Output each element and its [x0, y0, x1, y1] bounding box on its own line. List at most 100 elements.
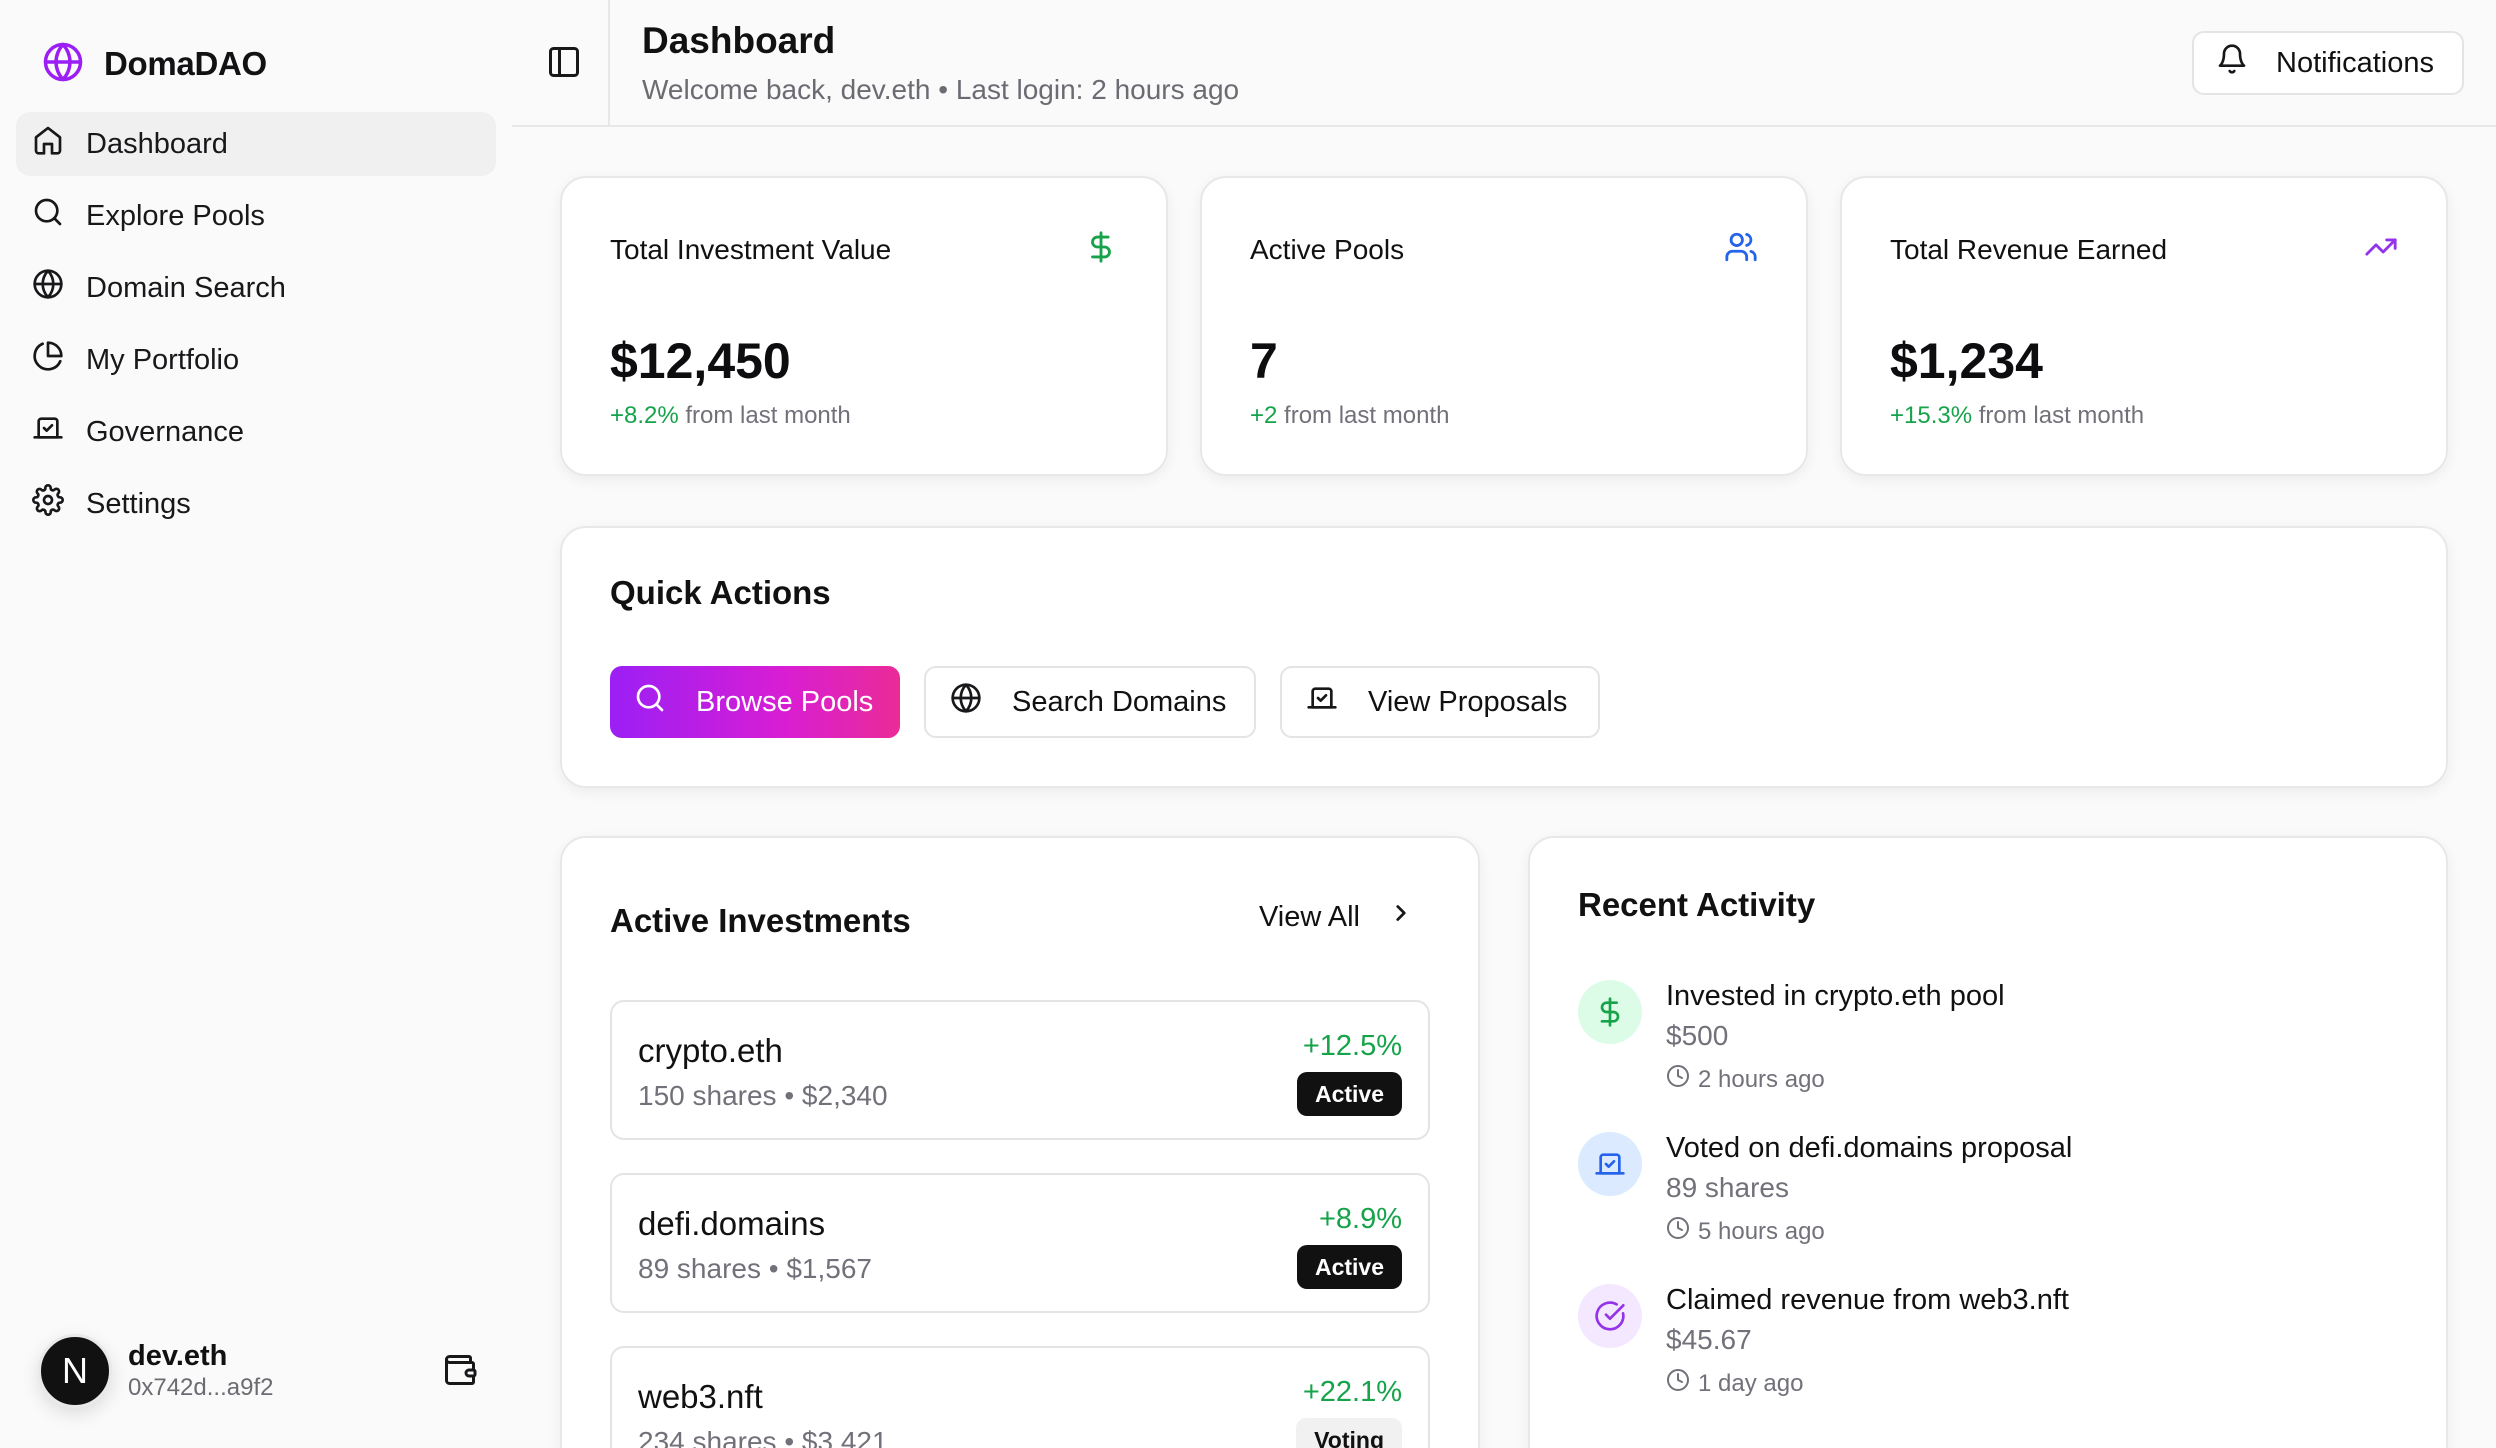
vote-icon	[1306, 682, 1338, 722]
sidebar-item-dashboard[interactable]: Dashboard	[16, 112, 496, 176]
globe-logo-icon	[42, 41, 84, 88]
investment-value: $3,421	[801, 1426, 888, 1448]
sidebar-item-label: Explore Pools	[86, 199, 265, 232]
view-all-label: View All	[1258, 900, 1360, 933]
stat-change-suffix: from last month	[1284, 402, 1450, 429]
stat-card-investment: Total Investment Value $12,450 +8.2% fro…	[560, 176, 1168, 476]
wallet-address: 0x742d...a9f2	[128, 1374, 274, 1401]
investment-value: $2,340	[801, 1080, 888, 1111]
stat-change: +2 from last month	[1250, 402, 1449, 430]
pie-chart-icon	[32, 340, 64, 380]
sidebar-item-domain-search[interactable]: Domain Search	[16, 256, 496, 320]
gear-icon	[32, 484, 64, 524]
browse-pools-button[interactable]: Browse Pools	[610, 666, 900, 738]
home-icon	[32, 124, 64, 164]
view-all-link[interactable]: View All	[1259, 900, 1414, 934]
sidebar: DomaDAO Dashboard Explore Pools Domain S…	[0, 0, 512, 1448]
wallet-button[interactable]	[442, 1352, 478, 1388]
investment-shares: 150 shares	[638, 1080, 777, 1111]
investment-name: defi.domains	[638, 1205, 826, 1242]
clock-icon	[1666, 1368, 1690, 1399]
sidebar-item-label: Dashboard	[86, 127, 228, 160]
stat-value: $12,450	[610, 333, 791, 389]
activity-detail: $45.67	[1666, 1324, 1752, 1355]
stat-title: Total Revenue Earned	[1890, 234, 2168, 265]
activity-time: 5 hours ago	[1666, 1216, 1825, 1247]
stat-value: 7	[1250, 333, 1278, 389]
activity-item: Claimed revenue from web3.nft $45.67 1 d…	[1578, 1284, 2378, 1414]
trending-up-icon	[2364, 230, 2398, 264]
search-icon	[32, 196, 64, 236]
last-login-text: Last login: 2 hours ago	[955, 74, 1240, 105]
sidebar-item-governance[interactable]: Governance	[16, 400, 496, 464]
quick-actions-title: Quick Actions	[610, 574, 831, 611]
investment-value: $1,567	[786, 1253, 872, 1284]
activity-time: 1 day ago	[1666, 1368, 1803, 1399]
search-domains-button[interactable]: Search Domains	[924, 666, 1256, 738]
stat-change-suffix: from last month	[685, 402, 851, 429]
page-title: Dashboard	[642, 20, 836, 61]
investment-item[interactable]: web3.nft 234 shares • $3,421 +22.1% Voti…	[610, 1346, 1430, 1448]
view-proposals-button[interactable]: View Proposals	[1280, 666, 1600, 738]
sidebar-item-settings[interactable]: Settings	[16, 472, 496, 536]
search-icon	[634, 682, 666, 722]
stat-title: Active Pools	[1250, 234, 1405, 265]
investment-meta: 89 shares • $1,567	[638, 1253, 872, 1284]
check-circle-icon	[1578, 1284, 1642, 1348]
wallet-icon	[442, 1355, 478, 1392]
activity-title: Invested in crypto.eth pool	[1666, 980, 2005, 1012]
avatar[interactable]: N	[38, 1334, 112, 1408]
activity-time-text: 2 hours ago	[1698, 1065, 1825, 1093]
status-badge: Active	[1296, 1072, 1402, 1116]
notifications-label: Notifications	[2276, 46, 2434, 79]
main-content: Dashboard Welcome back, dev.eth • Last l…	[512, 0, 2496, 1448]
clock-icon	[1666, 1216, 1690, 1247]
stat-change: +8.2% from last month	[610, 402, 851, 430]
investment-shares: 89 shares	[638, 1253, 761, 1284]
user-name: dev.eth	[128, 1340, 228, 1372]
user-profile[interactable]: N dev.eth 0x742d...a9f2	[38, 1334, 478, 1408]
recent-activity-card: Recent Activity Invested in crypto.eth p…	[1528, 836, 2448, 1448]
notifications-button[interactable]: Notifications	[2192, 31, 2464, 95]
sidebar-toggle-button[interactable]	[546, 44, 582, 80]
investment-change: +12.5%	[1302, 1030, 1402, 1062]
activity-title: Voted on defi.domains proposal	[1666, 1132, 2073, 1164]
vote-icon	[32, 412, 64, 452]
stat-card-revenue: Total Revenue Earned $1,234 +15.3% from …	[1840, 176, 2448, 476]
quick-actions-card: Quick Actions Browse Pools Search Domain…	[560, 526, 2448, 788]
stat-change-suffix: from last month	[1978, 402, 2145, 429]
status-badge: Voting	[1296, 1418, 1402, 1448]
stat-change-value: +2	[1250, 402, 1278, 429]
status-badge: Active	[1296, 1245, 1402, 1289]
bell-icon	[2216, 43, 2248, 83]
investment-item[interactable]: defi.domains 89 shares • $1,567 +8.9% Ac…	[610, 1173, 1430, 1313]
active-investments-title: Active Investments	[610, 902, 911, 939]
sidebar-item-my-portfolio[interactable]: My Portfolio	[16, 328, 496, 392]
investment-item[interactable]: crypto.eth 150 shares • $2,340 +12.5% Ac…	[610, 1000, 1430, 1140]
user-info: dev.eth 0x742d...a9f2	[128, 1339, 273, 1403]
activity-item: Invested in crypto.eth pool $500 2 hours…	[1578, 980, 2378, 1110]
globe-icon	[950, 682, 982, 722]
investment-change: +8.9%	[1318, 1203, 1402, 1235]
activity-time-text: 1 day ago	[1698, 1369, 1804, 1397]
sidebar-item-label: Settings	[86, 487, 191, 520]
stat-card-active-pools: Active Pools 7 +2 from last month	[1200, 176, 1808, 476]
brand[interactable]: DomaDAO	[42, 42, 267, 86]
separator-dot: •	[938, 74, 956, 105]
button-label: View Proposals	[1368, 685, 1568, 718]
panel-left-icon	[546, 47, 582, 84]
page-subtitle: Welcome back, dev.eth • Last login: 2 ho…	[642, 74, 1239, 106]
sidebar-item-explore-pools[interactable]: Explore Pools	[16, 184, 496, 248]
activity-detail: 89 shares	[1666, 1172, 1789, 1203]
clock-icon	[1666, 1064, 1690, 1095]
button-label: Browse Pools	[696, 685, 874, 718]
active-investments-card: Active Investments View All crypto.eth 1…	[560, 836, 1480, 1448]
chevron-right-icon	[1388, 900, 1414, 934]
investment-meta: 234 shares • $3,421	[638, 1426, 888, 1448]
stat-title: Total Investment Value	[610, 234, 892, 265]
dollar-icon	[1578, 980, 1642, 1044]
top-bar: Dashboard Welcome back, dev.eth • Last l…	[512, 0, 2496, 127]
investment-name: crypto.eth	[638, 1032, 783, 1069]
stat-change: +15.3% from last month	[1890, 402, 2144, 430]
stat-change-value: +8.2%	[610, 402, 679, 429]
